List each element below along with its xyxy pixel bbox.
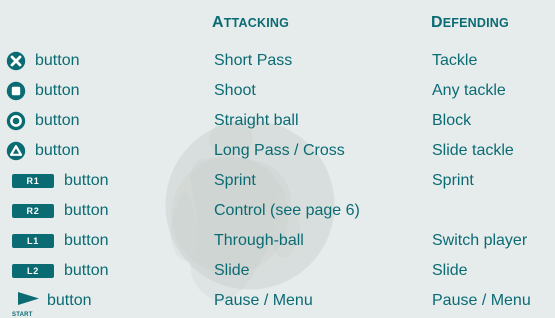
control-label: button <box>47 292 92 309</box>
start-icon-label: START <box>12 312 33 318</box>
controls-row-cross: button Short Pass Tackle <box>0 46 555 76</box>
circle-icon <box>6 111 26 131</box>
control-label: button <box>35 82 80 99</box>
control-label: button <box>35 52 80 69</box>
controls-row-circle: button Straight ball Block <box>0 106 555 136</box>
control-cross: button <box>6 46 79 76</box>
attacking-header-rest: TTACKING <box>223 16 290 30</box>
defending-action: Slide <box>432 262 468 279</box>
defending-header-first-letter: D <box>431 14 443 31</box>
attacking-action: Long Pass / Cross <box>214 142 345 159</box>
attacking-action: Short Pass <box>214 52 293 69</box>
start-icon: START <box>12 288 43 318</box>
controls-row-l2: L2 button Slide Slide <box>0 256 555 286</box>
controls-row-r2: R2 button Control (see page 6) <box>0 196 555 226</box>
control-square: button <box>6 76 79 106</box>
defending-action: Pause / Menu <box>432 292 531 309</box>
attacking-action: Slide <box>214 262 250 279</box>
controls-row-triangle: button Long Pass / Cross Slide tackle <box>0 136 555 166</box>
start-triangle-icon <box>18 292 39 305</box>
control-label: button <box>64 262 109 279</box>
control-l2: L2 button <box>6 256 108 286</box>
attacking-header: ATTACKING <box>212 14 289 32</box>
attacking-action: Through-ball <box>214 232 304 249</box>
controls-row-r1: R1 button Sprint Sprint <box>0 166 555 196</box>
controls-row-l1: L1 button Through-ball Switch player <box>0 226 555 256</box>
defending-action: Tackle <box>432 52 478 69</box>
triangle-icon <box>6 141 26 161</box>
attacking-action: Straight ball <box>214 112 299 129</box>
page: ATTACKING DEFENDING button Short Pass Ta… <box>0 0 555 318</box>
defending-action: Switch player <box>432 232 528 249</box>
defending-action: Sprint <box>432 172 474 189</box>
cross-icon <box>6 51 26 71</box>
controls-row-start: START button Pause / Menu Pause / Menu <box>0 286 555 318</box>
control-label: button <box>64 172 109 189</box>
control-label: button <box>35 142 80 159</box>
control-l1: L1 button <box>6 226 108 256</box>
r1-icon: R1 <box>12 174 54 188</box>
control-label: button <box>64 232 109 249</box>
control-r1: R1 button <box>6 166 108 196</box>
defending-action: Slide tackle <box>432 142 514 159</box>
defending-action: Any tackle <box>432 82 506 99</box>
control-triangle: button <box>6 136 79 166</box>
attacking-action: Control (see page 6) <box>214 202 360 219</box>
l1-icon: L1 <box>12 234 54 248</box>
attacking-header-first-letter: A <box>212 14 224 31</box>
control-start: START button <box>6 286 92 318</box>
defending-action: Block <box>432 112 472 129</box>
l2-icon: L2 <box>12 264 54 278</box>
control-circle: button <box>6 106 79 136</box>
attacking-action: Pause / Menu <box>214 292 313 309</box>
control-label: button <box>64 202 109 219</box>
attacking-action: Sprint <box>214 172 256 189</box>
control-r2: R2 button <box>6 196 108 226</box>
controls-row-square: button Shoot Any tackle <box>0 76 555 106</box>
square-icon <box>6 81 26 101</box>
control-label: button <box>35 112 80 129</box>
r2-icon: R2 <box>12 204 54 218</box>
attacking-action: Shoot <box>214 82 256 99</box>
defending-header: DEFENDING <box>431 14 509 32</box>
defending-header-rest: EFENDING <box>442 16 509 30</box>
